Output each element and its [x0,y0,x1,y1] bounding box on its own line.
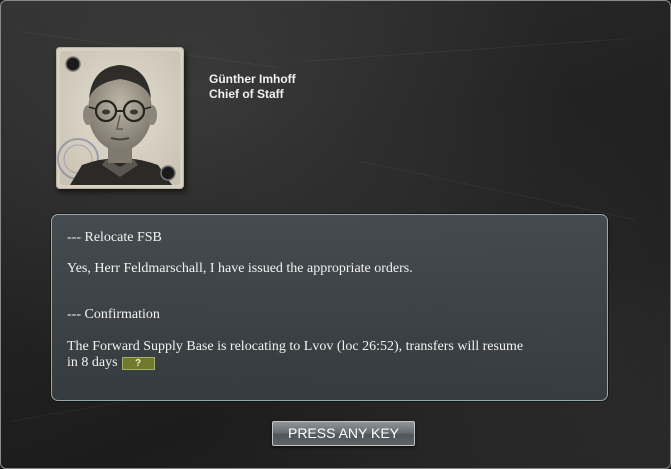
message-panel: --- Relocate FSB Yes, Herr Feldmarschall… [51,214,608,401]
message-body-relocation: The Forward Supply Base is relocating to… [67,339,524,354]
background-texture [360,161,635,221]
resume-days-text: in 8 days [67,355,118,370]
officer-info: Günther Imhoff Chief of Staff [209,72,296,102]
help-icon[interactable]: ? [121,357,155,370]
background-texture [300,37,631,62]
officer-name: Günther Imhoff [209,72,296,86]
dialog-window: Günther Imhoff Chief of Staff --- Reloca… [0,0,671,469]
portrait-image [57,51,180,185]
message-heading-confirmation: --- Confirmation [67,307,160,322]
press-any-key-button[interactable]: PRESS ANY KEY [272,421,415,446]
message-body-orders: Yes, Herr Feldmarschall, I have issued t… [67,261,413,276]
officer-title: Chief of Staff [209,87,284,101]
message-body-resume: in 8 days? [67,355,155,371]
officer-portrait [56,47,184,189]
message-heading-relocate: --- Relocate FSB [67,230,162,245]
